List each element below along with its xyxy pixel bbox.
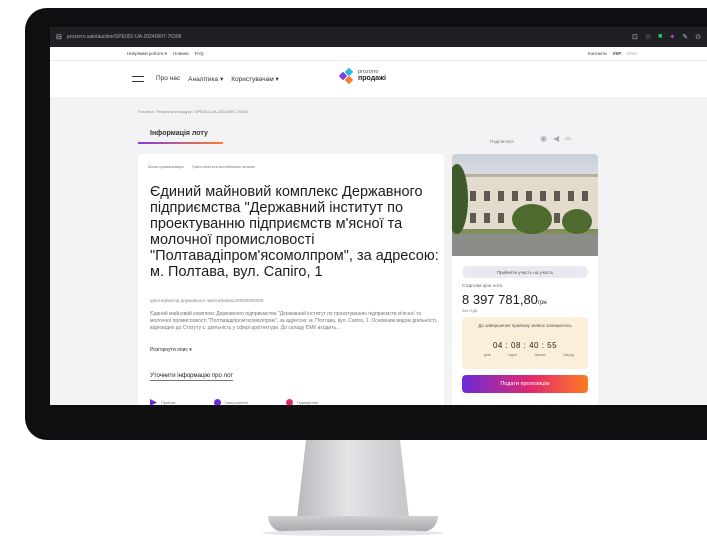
timer-caption: До завершення прийому заявок залишилось [478,323,572,328]
small-privatization-badge: Мала приватизація [148,164,184,169]
facebook-icon[interactable]: ◉ [540,134,547,143]
auction-steps: Прийом Завершення Підведення [150,399,318,405]
countdown-timer: До завершення прийому заявок залишилось … [462,317,588,369]
monitor-screen: ⊟ prozorro.sale/auction/SPE001-UA-202406… [50,27,707,405]
english-broadcast-badge: Транслюється англійською мовою [191,164,255,169]
road-image [452,234,598,256]
translate-icon[interactable]: ⊡ [632,33,638,41]
prozorro-logo[interactable]: prozorro продажі [338,67,386,85]
expand-description-button[interactable]: Розгорнути опис ▾ [150,347,192,353]
logo-mark-icon [338,67,354,85]
tab-underline [138,142,223,144]
lock-icon[interactable]: ⊟ [56,33,62,41]
lot-badges: Мала приватизація Транслюється англійськ… [148,164,255,169]
top-nav: Напрямки роботи ▾ Новини FAQ Контакти УК… [50,47,707,61]
step-item: Завершення [213,399,248,405]
lang-ukr[interactable]: УКР [613,51,622,56]
link-icon[interactable]: ∞ [565,134,571,143]
logo-text-bottom: продажі [358,75,386,83]
clarify-lot-link[interactable]: Уточнити інформацію про лот [150,373,234,381]
main-nav: Про нас Аналітика ▾ Користувачам ▾ prozo… [50,61,707,97]
profile-icon[interactable]: ⊙ [695,33,701,41]
step-item: Підведення [285,399,318,405]
nav-users[interactable]: Користувачам ▾ [231,75,279,83]
lang-eng[interactable]: ENG [627,51,637,56]
scene: ⊟ prozorro.sale/auction/SPE001-UA-202406… [0,0,707,548]
lot-side-panel: Прийняти участь на участь Стартова ціна … [452,154,598,405]
pen-icon[interactable]: ✎ [682,33,688,41]
timer-clock: 04 : 08 : 40 : 55 [492,341,558,350]
start-price-label: Стартова ціна лота [462,283,503,288]
lot-description: Єдиний майновий комплекс Державного підп… [150,311,438,331]
submit-bid-button[interactable]: Подати пропозицію [462,375,588,393]
timer-units: днів годин хвилин секунд [484,353,574,357]
browser-toolbar: ⊡ ☆ ■ ✦ ✎ ⊙ [632,33,701,41]
tab-lot-info[interactable]: Інформація лоту [150,130,208,137]
puzzle-icon[interactable]: ✦ [669,33,675,41]
step-item: Прийом [150,399,176,405]
url-text[interactable]: prozorro.sale/auction/SPE001-UA-20240607… [67,34,627,40]
telegram-icon[interactable]: ◀ [553,134,559,143]
nav-analytics[interactable]: Аналітика ▾ [188,75,223,83]
monitor-stand [297,440,409,518]
share-label: Поділитися [490,139,514,144]
extension-icon[interactable]: ■ [658,33,662,41]
nav-directions[interactable]: Напрямки роботи ▾ [127,51,167,57]
share-icons: ◉ ◀ ∞ [540,134,571,143]
lot-photo[interactable] [452,154,598,256]
start-price: 8 397 781,80грн [462,292,547,307]
star-icon[interactable]: ☆ [645,33,651,41]
nav-faq[interactable]: FAQ [195,51,204,57]
nav-about[interactable]: Про нас [156,75,180,83]
lot-card: Мала приватизація Транслюється англійськ… [138,154,444,405]
lot-title: Єдиний майновий комплекс Державного підп… [150,184,439,280]
browser-address-bar[interactable]: ⊟ prozorro.sale/auction/SPE001-UA-202406… [50,27,707,47]
nav-contacts[interactable]: Контакти [588,51,607,56]
breadcrumb[interactable]: Головна / Результати пошуку / SPE001-UA-… [138,109,248,114]
vat-note: без ПДВ [462,308,478,313]
monitor-shadow [262,530,444,536]
menu-icon[interactable] [132,76,144,82]
lot-code: ідентифікатор державного пакета/майна:00… [150,298,264,303]
nav-news[interactable]: Новини [173,51,189,57]
join-auction-button[interactable]: Прийняти участь на участь [462,266,588,278]
